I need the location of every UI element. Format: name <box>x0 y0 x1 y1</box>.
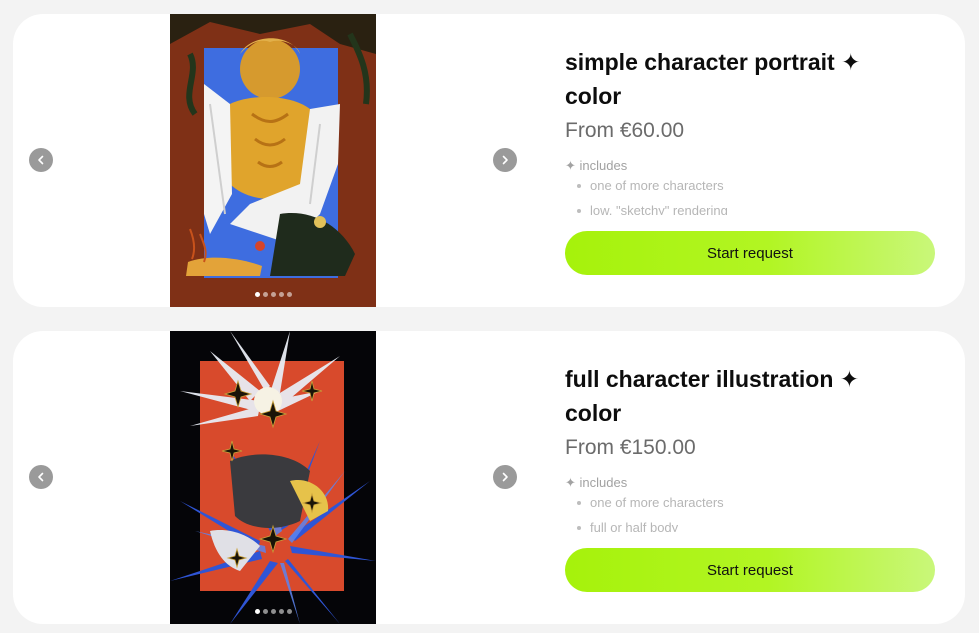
product-card: simple character portrait ✦ color From €… <box>13 14 965 307</box>
gallery-dot[interactable] <box>262 292 268 297</box>
chevron-left-icon <box>38 155 44 165</box>
gallery-dot[interactable] <box>270 609 276 614</box>
chevron-left-icon <box>38 472 44 482</box>
feature-item: full or half body <box>577 520 678 532</box>
includes-label: ✦ includes <box>565 475 628 490</box>
gallery-dot[interactable] <box>270 292 276 297</box>
gallery-next-button[interactable] <box>493 148 517 172</box>
product-image[interactable] <box>170 14 376 307</box>
start-request-button[interactable]: Start request <box>565 548 935 592</box>
gallery-next-button[interactable] <box>493 465 517 489</box>
gallery-prev-button[interactable] <box>29 465 53 489</box>
gallery-dot[interactable] <box>278 609 284 614</box>
start-request-button[interactable]: Start request <box>565 231 935 275</box>
product-title: simple character portrait ✦ color <box>565 49 861 109</box>
gallery-dot[interactable] <box>254 609 260 614</box>
product-price: From €60.00 <box>565 119 685 142</box>
product-card: full character illustration ✦ color From… <box>13 331 965 624</box>
includes-label: ✦ includes <box>565 158 628 173</box>
feature-item: low, "sketchy" rendering <box>577 203 728 215</box>
product-price: From €150.00 <box>565 436 696 459</box>
chevron-right-icon <box>502 472 508 482</box>
gallery-dot[interactable] <box>254 292 260 297</box>
gallery-dots <box>170 292 376 297</box>
gallery-dot[interactable] <box>286 292 292 297</box>
product-image[interactable] <box>170 331 376 624</box>
feature-item: one of more characters <box>577 178 724 194</box>
gallery-dot[interactable] <box>262 609 268 614</box>
gallery-prev-button[interactable] <box>29 148 53 172</box>
gallery-dot[interactable] <box>278 292 284 297</box>
gallery-dot[interactable] <box>286 609 292 614</box>
chevron-right-icon <box>502 155 508 165</box>
feature-item: one of more characters <box>577 495 724 511</box>
gallery-dots <box>170 609 376 614</box>
product-title: full character illustration ✦ color <box>565 366 860 426</box>
